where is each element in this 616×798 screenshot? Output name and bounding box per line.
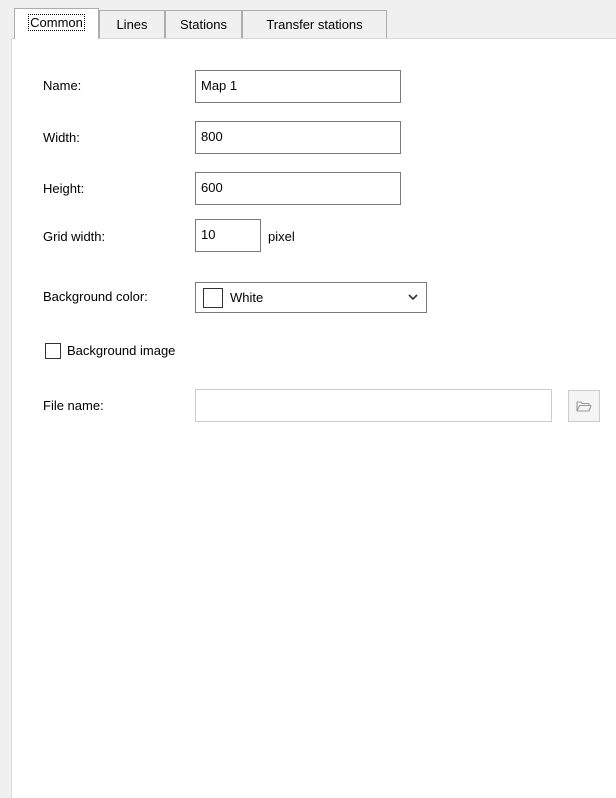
browse-button[interactable] bbox=[568, 390, 600, 422]
background-color-select[interactable]: White bbox=[195, 282, 427, 313]
width-label: Width: bbox=[43, 130, 80, 145]
background-color-label: Background color: bbox=[43, 289, 148, 304]
color-swatch bbox=[203, 288, 223, 308]
height-field[interactable]: 600 bbox=[195, 172, 401, 205]
background-image-label[interactable]: Background image bbox=[67, 343, 175, 358]
tab-lines-label: Lines bbox=[116, 17, 148, 32]
chevron-down-icon[interactable] bbox=[406, 290, 420, 304]
tab-transfer-stations-label: Transfer stations bbox=[266, 17, 363, 32]
file-name-field[interactable] bbox=[195, 389, 552, 422]
grid-width-field[interactable]: 10 bbox=[195, 219, 261, 252]
tab-transfer-stations[interactable]: Transfer stations bbox=[242, 10, 387, 38]
tab-common[interactable]: Common bbox=[14, 8, 99, 39]
tab-lines[interactable]: Lines bbox=[99, 10, 165, 38]
tab-stations[interactable]: Stations bbox=[165, 10, 242, 38]
grid-width-label: Grid width: bbox=[43, 229, 106, 244]
grid-width-unit: pixel bbox=[268, 229, 295, 244]
tab-stations-label: Stations bbox=[180, 17, 227, 32]
name-label: Name: bbox=[43, 78, 82, 93]
background-color-value: White bbox=[230, 290, 264, 305]
tab-common-label: Common bbox=[28, 14, 85, 31]
file-name-label: File name: bbox=[43, 398, 104, 413]
background-image-checkbox[interactable] bbox=[45, 343, 61, 359]
width-field[interactable]: 800 bbox=[195, 121, 401, 154]
height-label: Height: bbox=[43, 181, 85, 196]
tab-strip: Common Lines Stations Transfer stations bbox=[0, 0, 616, 39]
folder-open-icon bbox=[576, 401, 592, 412]
name-field[interactable]: Map 1 bbox=[195, 70, 401, 103]
